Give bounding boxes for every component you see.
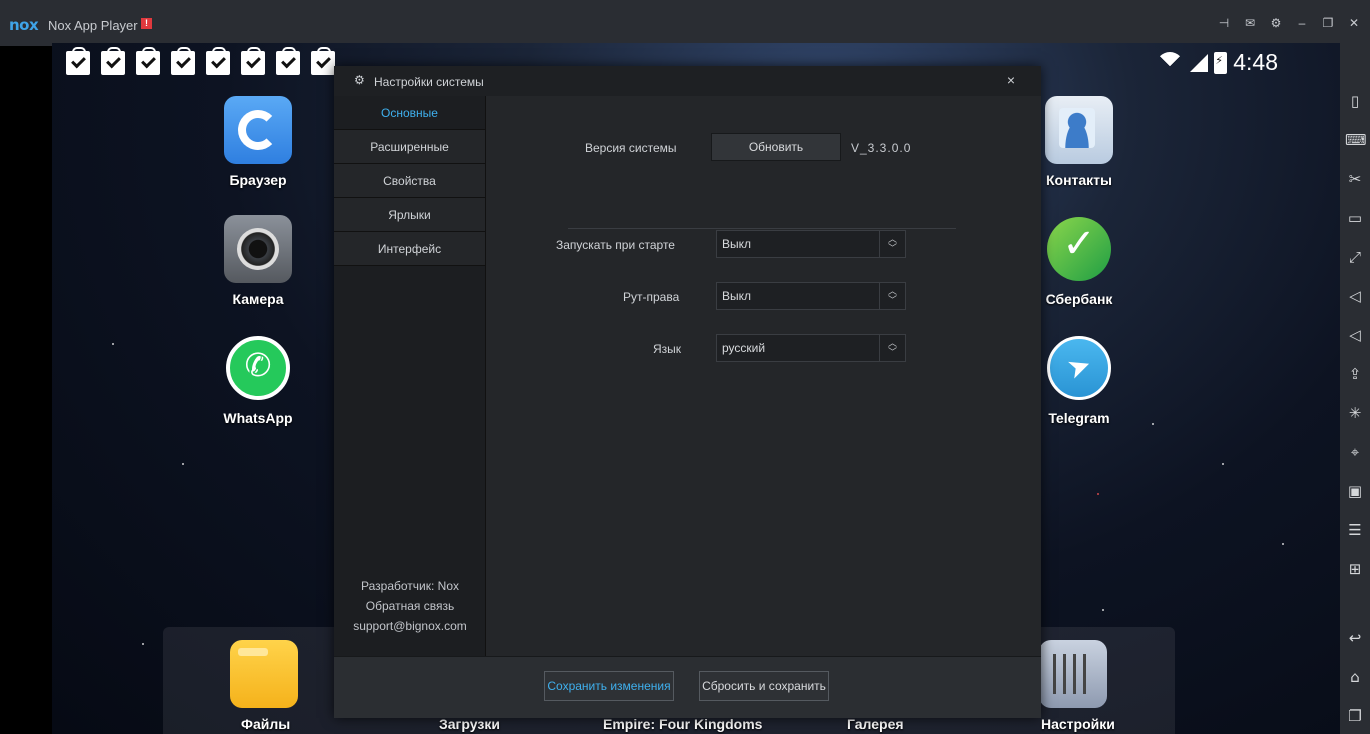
dialog-header: ⚙ Настройки системы × bbox=[334, 66, 1041, 96]
version-label: Версия системы bbox=[585, 141, 677, 155]
app-whatsapp[interactable]: WhatsApp bbox=[203, 334, 313, 426]
chevron-updown-icon: ︿ ﹀ bbox=[879, 231, 905, 257]
volume-down-icon[interactable]: ◁ bbox=[1345, 325, 1365, 345]
dock-files[interactable] bbox=[209, 640, 319, 708]
language-select[interactable]: русский ︿ ﹀ bbox=[716, 334, 906, 362]
screen-icon[interactable]: ▭ bbox=[1345, 208, 1365, 228]
telegram-icon bbox=[1045, 334, 1113, 402]
restore-icon[interactable]: ❐ bbox=[1320, 14, 1336, 32]
dock-label-files[interactable]: Файлы bbox=[241, 716, 290, 732]
minimize-icon[interactable]: – bbox=[1294, 14, 1310, 32]
keyboard-icon[interactable]: ⌨ bbox=[1345, 130, 1367, 150]
autostart-label: Запускать при старте bbox=[556, 238, 675, 252]
chevron-updown-icon: ︿ ﹀ bbox=[879, 283, 905, 309]
multi-instance-icon[interactable]: ☰ bbox=[1345, 520, 1365, 540]
signal-icon bbox=[1190, 53, 1209, 72]
notification-icon bbox=[311, 47, 335, 75]
tab-interface[interactable]: Интерфейс bbox=[334, 232, 485, 266]
add-icon[interactable]: ⊞ bbox=[1345, 559, 1365, 579]
sberbank-icon bbox=[1045, 215, 1113, 283]
recent-apps-icon[interactable]: ❐ bbox=[1345, 706, 1365, 726]
notification-icon bbox=[136, 47, 160, 75]
notification-icon bbox=[241, 47, 265, 75]
notification-icon bbox=[66, 47, 90, 75]
settings-dialog: ⚙ Настройки системы × Основные Расширенн… bbox=[334, 66, 1041, 718]
app-browser[interactable]: Браузер bbox=[203, 96, 313, 188]
language-value: русский bbox=[722, 341, 766, 355]
alert-badge[interactable]: ! bbox=[141, 18, 152, 29]
notification-icon bbox=[206, 47, 230, 75]
reset-save-button[interactable]: Сбросить и сохранить bbox=[699, 671, 829, 701]
mail-icon[interactable]: ✉ bbox=[1242, 14, 1258, 32]
back-icon[interactable]: ↩ bbox=[1345, 628, 1365, 648]
status-right: 4:48 bbox=[1156, 49, 1278, 80]
autostart-select[interactable]: Выкл ︿ ﹀ bbox=[716, 230, 906, 258]
gear-icon: ⚙ bbox=[354, 73, 365, 87]
app-camera[interactable]: Камера bbox=[203, 215, 313, 307]
camera-record-icon[interactable]: ▣ bbox=[1345, 481, 1365, 501]
whatsapp-icon bbox=[224, 334, 292, 402]
developer-info: Разработчик: Nox Обратная связь support@… bbox=[334, 576, 486, 636]
notification-icon bbox=[171, 47, 195, 75]
dialog-title: Настройки системы bbox=[374, 75, 484, 89]
update-button[interactable]: Обновить bbox=[711, 133, 841, 161]
root-value: Выкл bbox=[722, 289, 752, 303]
language-label: Язык bbox=[653, 342, 682, 356]
fullscreen-icon[interactable]: ⤢ bbox=[1345, 247, 1365, 267]
app-name: Nox App Player bbox=[48, 18, 138, 33]
wifi-icon bbox=[1156, 51, 1185, 80]
tab-advanced[interactable]: Расширенные bbox=[334, 130, 485, 164]
clock: 4:48 bbox=[1233, 49, 1278, 75]
loading-icon[interactable]: ✳ bbox=[1345, 403, 1365, 423]
tab-shortcuts[interactable]: Ярлыки bbox=[334, 198, 485, 232]
dialog-footer: Сохранить изменения Сбросить и сохранить bbox=[334, 656, 1041, 718]
notification-icon bbox=[276, 47, 300, 75]
browser-icon bbox=[224, 96, 292, 164]
notification-icon bbox=[101, 47, 125, 75]
close-button[interactable]: × bbox=[1007, 72, 1015, 88]
autostart-value: Выкл bbox=[722, 237, 752, 251]
camera-icon bbox=[224, 215, 292, 283]
version-value: V_3.3.0.0 bbox=[851, 141, 912, 155]
app-label: Браузер bbox=[229, 172, 287, 188]
volume-up-icon[interactable]: ◁ bbox=[1345, 286, 1365, 306]
pin-icon[interactable]: ⊣ bbox=[1216, 14, 1232, 32]
scissors-icon[interactable]: ✂ bbox=[1345, 169, 1365, 189]
settings-nav: Основные Расширенные Свойства Ярлыки Инт… bbox=[334, 96, 486, 656]
feedback-link[interactable]: Обратная связь bbox=[334, 596, 486, 616]
tab-properties[interactable]: Свойства bbox=[334, 164, 485, 198]
shake-icon[interactable]: ▯ bbox=[1345, 91, 1365, 111]
location-icon[interactable]: ⌖ bbox=[1345, 442, 1365, 462]
notification-icons bbox=[66, 47, 335, 75]
right-toolbar: ▯ ⌨ ✂ ▭ ⤢ ◁ ◁ ⇪ ✳ ⌖ ▣ ☰ ⊞ ↩ ⌂ ❐ bbox=[1340, 46, 1370, 734]
support-email[interactable]: support@bignox.com bbox=[334, 616, 486, 636]
developer-text: Разработчик: Nox bbox=[361, 579, 459, 593]
contacts-icon bbox=[1045, 96, 1113, 164]
dock-label-settings[interactable]: Настройки bbox=[1041, 716, 1115, 732]
root-label: Рут-права bbox=[623, 290, 680, 304]
dock-label-downloads[interactable]: Загрузки bbox=[439, 716, 500, 732]
save-button[interactable]: Сохранить изменения bbox=[544, 671, 674, 701]
settings-icon bbox=[1039, 640, 1107, 708]
settings-content: Версия системы Обновить V_3.3.0.0 Запуск… bbox=[486, 96, 1041, 656]
root-select[interactable]: Выкл ︿ ﹀ bbox=[716, 282, 906, 310]
home-icon[interactable]: ⌂ bbox=[1345, 667, 1365, 687]
chevron-updown-icon: ︿ ﹀ bbox=[879, 335, 905, 361]
divider bbox=[568, 228, 956, 229]
dock-label-empire[interactable]: Empire: Four Kingdoms bbox=[603, 716, 762, 732]
apk-icon[interactable]: ⇪ bbox=[1345, 364, 1365, 384]
title-bar: nox Nox App Player ! ⊣ ✉ ⚙ – ❐ ✕ bbox=[0, 0, 1370, 46]
window-controls: ⊣ ✉ ⚙ – ❐ ✕ bbox=[1216, 14, 1362, 32]
tab-basic[interactable]: Основные bbox=[334, 96, 485, 130]
close-icon[interactable]: ✕ bbox=[1346, 14, 1362, 32]
app-label: WhatsApp bbox=[223, 410, 293, 426]
dock-label-gallery[interactable]: Галерея bbox=[847, 716, 904, 732]
files-icon bbox=[230, 640, 298, 708]
nox-logo: nox bbox=[9, 16, 39, 34]
battery-icon bbox=[1214, 51, 1228, 74]
gear-icon[interactable]: ⚙ bbox=[1268, 14, 1284, 32]
app-label: Камера bbox=[232, 291, 284, 307]
